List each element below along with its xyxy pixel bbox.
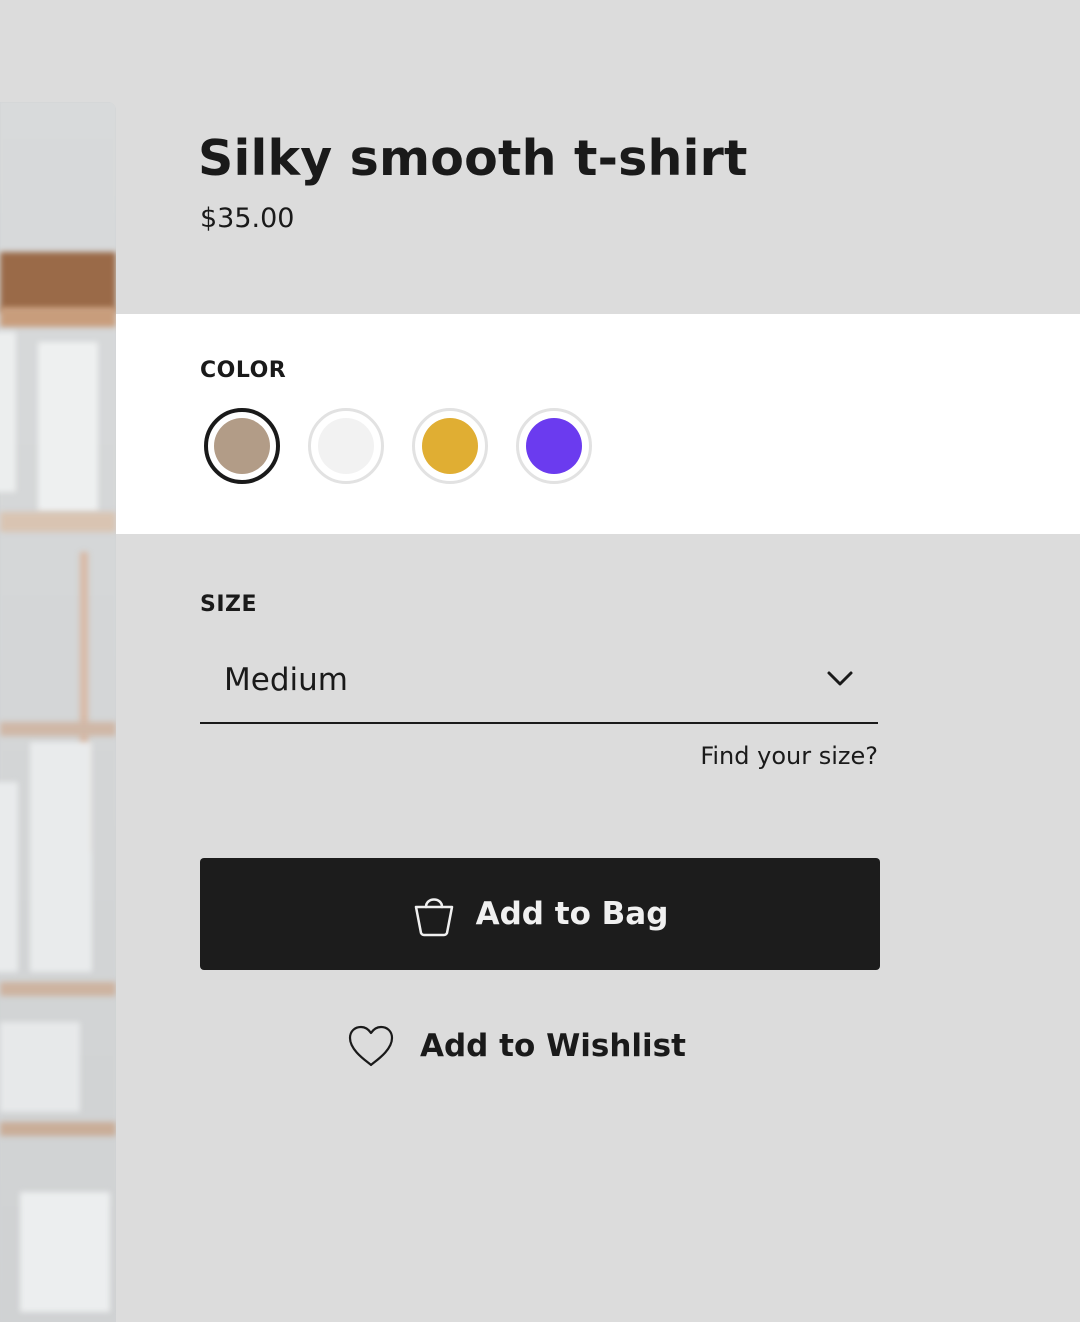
- color-swatches: [204, 408, 592, 484]
- color-swatch-taupe[interactable]: [204, 408, 280, 484]
- heart-icon: [348, 1025, 394, 1067]
- color-swatch-mustard[interactable]: [412, 408, 488, 484]
- add-to-wishlist-button[interactable]: Add to Wishlist: [346, 1018, 686, 1074]
- swatch-dot: [422, 418, 478, 474]
- swatch-dot: [526, 418, 582, 474]
- chevron-down-icon: [827, 671, 853, 686]
- shopping-bag-icon: [414, 898, 453, 937]
- size-select-value: Medium: [224, 662, 348, 698]
- color-swatch-white[interactable]: [308, 408, 384, 484]
- color-label: COLOR: [200, 358, 287, 383]
- product-title: Silky smooth t-shirt: [198, 130, 748, 187]
- product-image: [0, 102, 116, 1322]
- size-label: SIZE: [200, 592, 258, 617]
- find-your-size-link[interactable]: Find your size?: [700, 742, 878, 770]
- add-to-wishlist-label: Add to Wishlist: [420, 1028, 686, 1064]
- swatch-dot: [318, 418, 374, 474]
- color-swatch-violet[interactable]: [516, 408, 592, 484]
- color-panel: COLOR: [116, 314, 1080, 534]
- product-page: Silky smooth t-shirt $35.00 COLOR SIZE M…: [0, 0, 1080, 1322]
- size-select[interactable]: Medium: [200, 640, 878, 724]
- product-price: $35.00: [200, 203, 295, 234]
- add-to-bag-label: Add to Bag: [475, 896, 669, 932]
- add-to-bag-button[interactable]: Add to Bag: [200, 858, 880, 970]
- swatch-dot: [214, 418, 270, 474]
